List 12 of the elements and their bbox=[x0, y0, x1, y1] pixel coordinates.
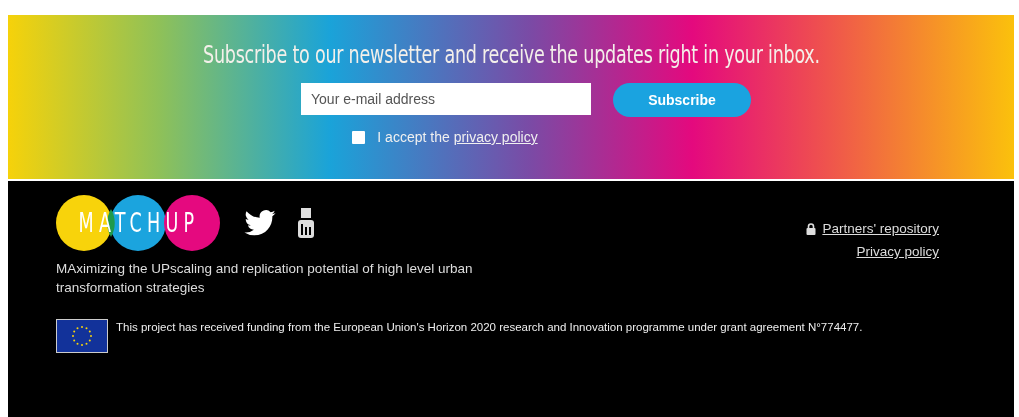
consent-checkbox[interactable] bbox=[352, 130, 366, 144]
bird-icon[interactable] bbox=[244, 210, 276, 236]
funding-text: This project has received funding from the European Union's Horizon 2020 research and Innovation programme under grant agreement N°774477. bbox=[116, 320, 864, 335]
privacy-policy-link[interactable]: privacy policy bbox=[453, 129, 538, 145]
footer-link[interactable]: Partners' repository bbox=[822, 221, 939, 236]
consent-label: I accept the privacy policy bbox=[377, 129, 538, 145]
newsletter-heading: Subscribe to our newsletter and receive the updates right in your inbox. bbox=[202, 40, 820, 69]
tagline: MAximizing the UPscaling and replication potential of high level urban transformation strategies bbox=[56, 260, 474, 297]
flag-icon bbox=[56, 319, 108, 353]
logo-text: MATCHUP bbox=[78, 208, 200, 238]
footer-link[interactable]: Privacy policy bbox=[856, 244, 939, 259]
email-field[interactable]: Your e-mail address bbox=[301, 83, 591, 115]
